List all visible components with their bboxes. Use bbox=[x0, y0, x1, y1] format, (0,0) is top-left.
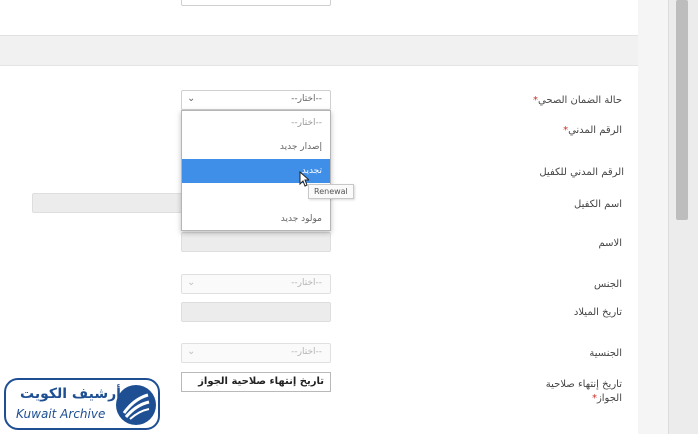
logo-english-text: Kuwait Archive bbox=[16, 407, 106, 421]
label-gender: الجنس bbox=[593, 279, 622, 290]
label-civil-id: الرقم المدني* bbox=[563, 125, 622, 136]
dropdown-option[interactable]: --اختار-- bbox=[182, 111, 330, 135]
chevron-down-icon: ⌄ bbox=[187, 346, 196, 357]
label-nationality: الجنسية bbox=[589, 348, 622, 359]
birth-date-field bbox=[181, 302, 331, 322]
option-tooltip: Renewal bbox=[308, 184, 354, 199]
nationality-select[interactable]: --اختار-- ⌄ bbox=[181, 343, 331, 363]
previous-section-card bbox=[0, 0, 638, 36]
selected-value: --اختار-- bbox=[291, 94, 322, 104]
logo-emblem-icon bbox=[116, 385, 156, 425]
passport-expiry-input[interactable]: تاريخ إنتهاء صلاحية الجواز bbox=[181, 372, 331, 392]
sponsor-name-field bbox=[32, 193, 182, 213]
label-passport-expiry: تاريخ إنتهاء صلاحية الجواز* bbox=[545, 379, 622, 404]
previous-field-input[interactable] bbox=[181, 0, 331, 6]
label-birth-date: تاريخ الميلاد bbox=[573, 307, 622, 318]
chevron-down-icon: ⌄ bbox=[187, 93, 196, 104]
label-health-insurance-status: حالة الضمان الصحي* bbox=[533, 95, 622, 106]
gender-select[interactable]: --اختار-- ⌄ bbox=[181, 274, 331, 294]
health-insurance-status-select[interactable]: --اختار-- ⌄ bbox=[181, 90, 331, 110]
label-sponsor-name: اسم الكفيل bbox=[574, 199, 622, 210]
selected-value: --اختار-- bbox=[291, 278, 322, 288]
scrollbar-thumb[interactable] bbox=[676, 0, 688, 220]
dropdown-option[interactable]: مولود جديد bbox=[182, 207, 330, 231]
chevron-down-icon: ⌄ bbox=[187, 277, 196, 288]
page-gutter bbox=[638, 0, 668, 434]
name-field bbox=[181, 232, 331, 252]
logo-arabic-text: أرشيف الكويت bbox=[20, 386, 121, 402]
label-name: الاسم bbox=[598, 238, 622, 249]
selected-value: --اختار-- bbox=[291, 347, 322, 357]
dropdown-option[interactable]: إصدار جديد bbox=[182, 135, 330, 159]
kuwait-archive-logo: أرشيف الكويت Kuwait Archive bbox=[4, 378, 160, 430]
label-sponsor-civil-id: الرقم المدني للكفيل bbox=[539, 167, 624, 178]
